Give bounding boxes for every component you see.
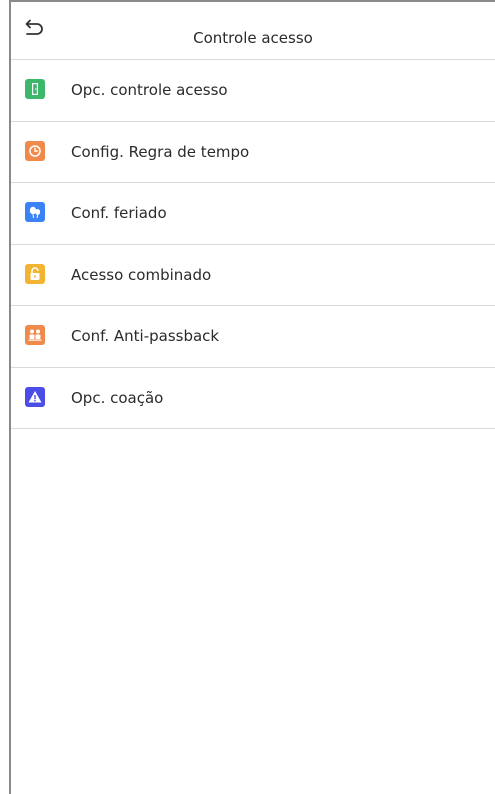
- menu-item-label: Config. Regra de tempo: [71, 142, 250, 161]
- menu-item-label: Acesso combinado: [71, 265, 212, 284]
- menu-list: Opc. controle acesso Config. Regra de te…: [11, 60, 495, 429]
- people-icon: [25, 325, 45, 345]
- menu-item-label: Opc. controle acesso: [71, 81, 228, 99]
- menu-item-holiday[interactable]: Conf. feriado: [11, 183, 495, 245]
- balloon-icon: [25, 202, 45, 222]
- warning-icon: [25, 386, 45, 407]
- menu-item-access-options[interactable]: Opc. controle acesso: [11, 60, 495, 122]
- menu-item-time-rule[interactable]: Config. Regra de tempo: [11, 122, 495, 183]
- menu-item-label: Conf. Anti-passback: [71, 327, 220, 345]
- menu-item-duress[interactable]: Opc. coação: [11, 368, 495, 429]
- menu-item-anti-passback[interactable]: Conf. Anti-passback: [11, 306, 495, 368]
- header: Controle acesso: [11, 2, 495, 60]
- page-title: Controle acesso: [193, 29, 313, 47]
- menu-item-label: Opc. coação: [71, 388, 164, 407]
- clock-icon: [25, 140, 45, 161]
- screen: Controle acesso Opc. controle acesso Con…: [9, 0, 495, 794]
- unlock-icon: [25, 263, 45, 284]
- menu-item-label: Conf. feriado: [71, 204, 167, 222]
- menu-item-combined-access[interactable]: Acesso combinado: [11, 245, 495, 306]
- door-icon: [25, 79, 45, 99]
